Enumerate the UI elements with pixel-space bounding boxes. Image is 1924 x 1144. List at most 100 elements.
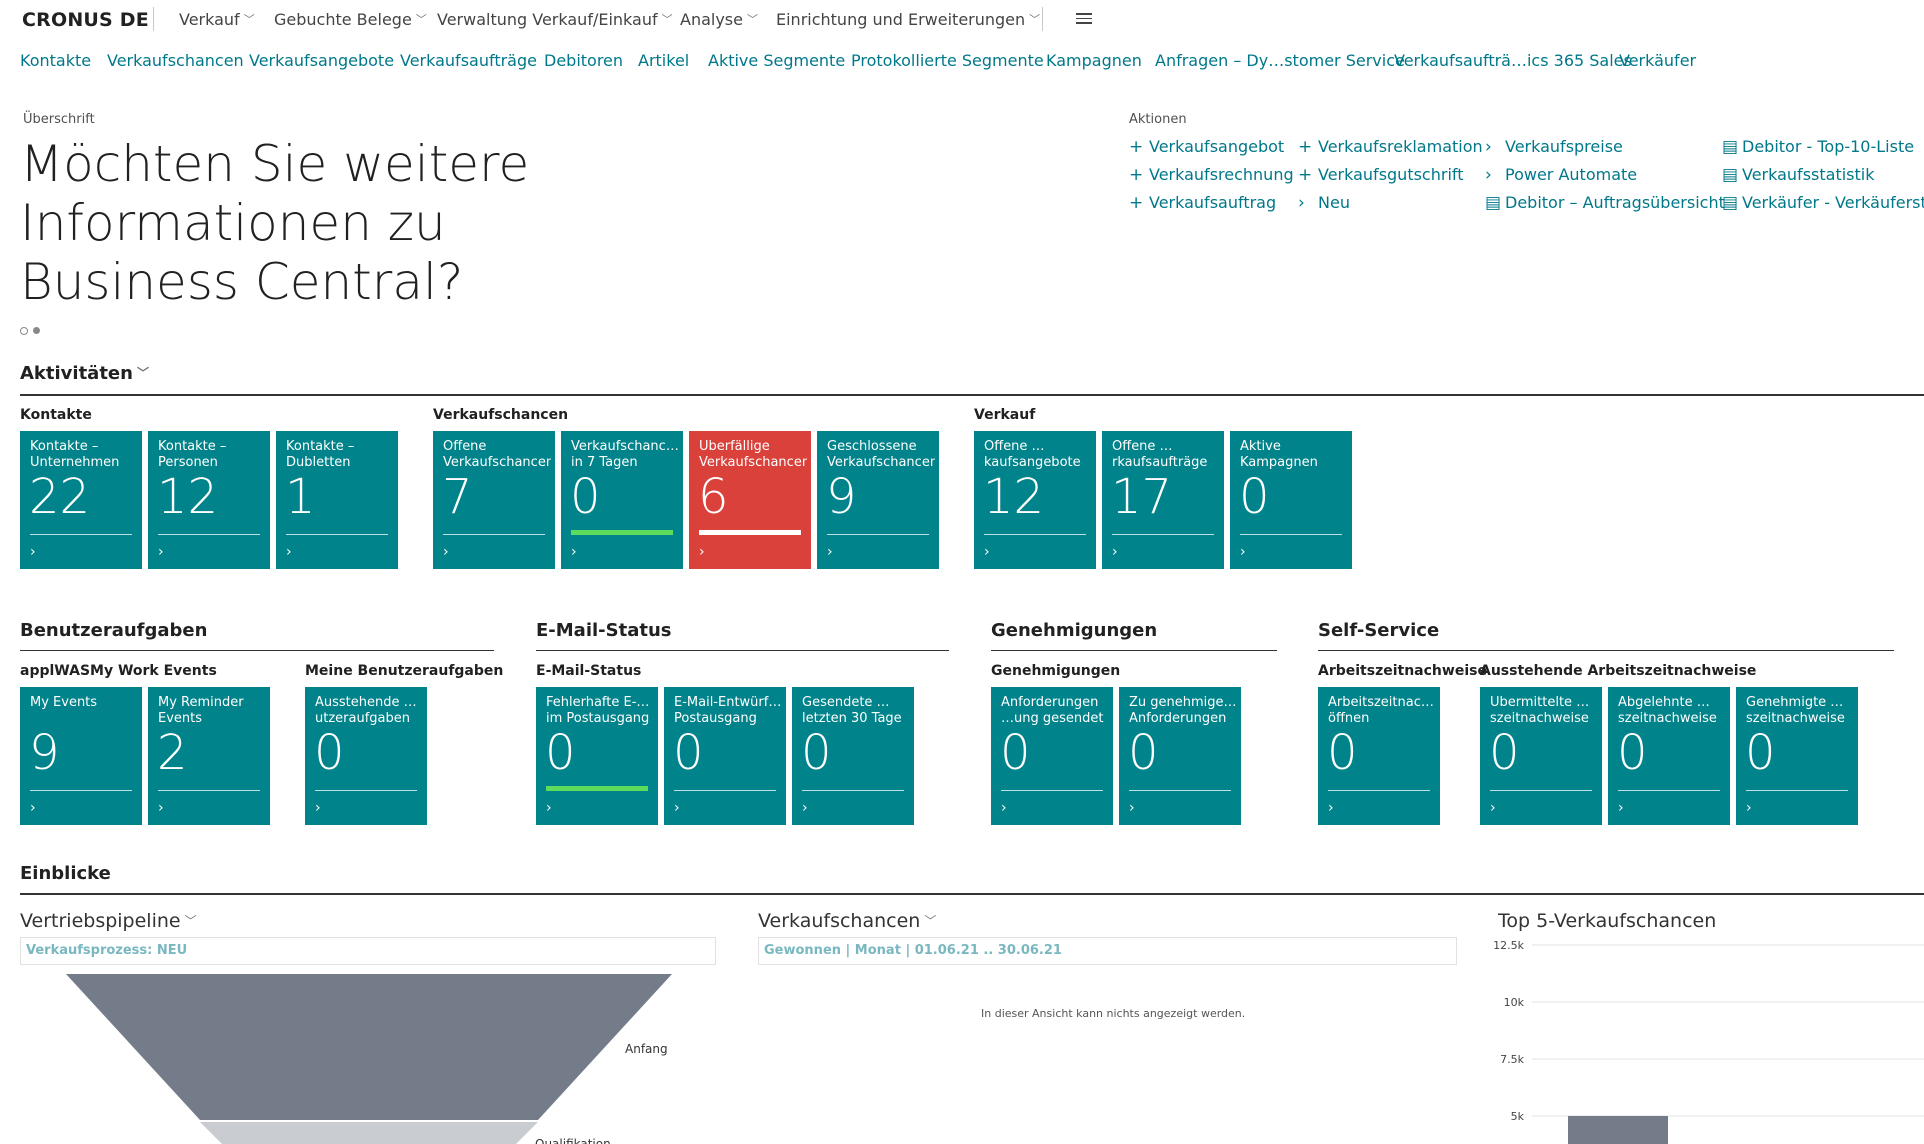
chevron-right-icon: › (1490, 800, 1496, 816)
chart-bar[interactable] (1568, 1116, 1668, 1144)
menu-analyse[interactable]: Analyse ﹀ (680, 10, 758, 29)
action-verkaufsauftrag[interactable]: + Verkaufsauftrag (1129, 193, 1276, 213)
tile-kontakte-personen[interactable]: Kontakte – Personen 12 › (148, 431, 270, 569)
carousel-dot-active[interactable] (33, 327, 40, 334)
company-name[interactable]: CRONUS DE (22, 9, 149, 31)
chevron-right-icon: › (315, 800, 321, 816)
action-verkaufsstatistik[interactable]: ▤ Verkaufsstatistik (1722, 165, 1874, 185)
navlink-verkaufsangebote[interactable]: Verkaufsangebote (249, 51, 394, 70)
tile-my-reminder-events[interactable]: My Reminder Events 2 › (148, 687, 270, 825)
report-icon: ▤ (1485, 193, 1502, 213)
tile-offene-verkaufsauftraege[interactable]: Offene …rkaufsaufträge 17 › (1102, 431, 1224, 569)
tile-value: 0 (570, 469, 601, 525)
menu-verkauf[interactable]: Verkauf ﹀ (179, 10, 255, 29)
section-genehmigungen: Genehmigungen (991, 620, 1158, 641)
navlink-anfragen[interactable]: Anfragen – Dy…stomer Service (1155, 51, 1405, 70)
funnel-stage-anfang[interactable] (66, 974, 672, 1120)
action-neu[interactable]: › Neu (1298, 193, 1350, 213)
filter-text: Gewonnen | Monat | 01.06.21 .. 30.06.21 (764, 943, 1062, 958)
section-benutzeraufgaben: Benutzeraufgaben (20, 620, 208, 641)
action-debitor-top10[interactable]: ▤ Debitor - Top-10-Liste (1722, 137, 1914, 157)
navlink-artikel[interactable]: Artikel (638, 51, 689, 70)
action-verkaufsreklamation[interactable]: + Verkaufsreklamation (1298, 137, 1483, 157)
group-title-arbeitszeitnachweise: Arbeitszeitnachweise (1318, 663, 1487, 679)
tile-ueberfaellige-verkaufschancen[interactable]: Überfällige Verkaufschancen 6 › (689, 431, 811, 569)
tile-label: Kontakte – Unternehmen (30, 439, 120, 470)
tile-value: 6 (698, 469, 729, 525)
tile-my-events[interactable]: My Events 9 › (20, 687, 142, 825)
tile-label: Abgelehnte …szeitnachweise (1618, 695, 1717, 726)
tile-offene-verkaufschancen[interactable]: Offene Verkaufschancen 7 › (433, 431, 555, 569)
navlink-kontakte[interactable]: Kontakte (20, 51, 91, 70)
part-verkaufschancen[interactable]: Verkaufschancen ﹀ (758, 910, 936, 932)
menu-label: Gebuchte Belege (274, 10, 412, 29)
tile-ausstehende-benutzeraufgaben[interactable]: Ausstehende …utzeraufgaben 0 › (305, 687, 427, 825)
tile-abgelehnte-arbeitszeitnachweise[interactable]: Abgelehnte …szeitnachweise 0 › (1608, 687, 1730, 825)
action-verkaufspreise[interactable]: › Verkaufspreise (1485, 137, 1623, 157)
tile-divider (1490, 790, 1592, 791)
navlink-verkaufsauftraege[interactable]: Verkaufsaufträge (400, 51, 537, 70)
chevron-right-icon: › (802, 800, 808, 816)
hamburger-icon[interactable] (1076, 13, 1092, 25)
action-debitor-auftragsuebersicht[interactable]: ▤ Debitor – Auftragsübersicht (1485, 193, 1725, 213)
navlink-verkaufsauftraege-sales[interactable]: Verkaufsaufträ…ics 365 Sales (1394, 51, 1632, 70)
action-label: Debitor – Auftragsübersicht (1505, 193, 1725, 212)
tile-uebermittelte-arbeitszeitnachweise[interactable]: Übermittelte …szeitnachweise 0 › (1480, 687, 1602, 825)
action-label: Verkaufsrechnung (1149, 165, 1294, 184)
tile-kontakte-unternehmen[interactable]: Kontakte – Unternehmen 22 › (20, 431, 142, 569)
navlink-aktive-segmente[interactable]: Aktive Segmente (708, 51, 845, 70)
carousel-dot[interactable] (20, 327, 28, 335)
action-verkaeufer-statistik[interactable]: ▤Verkäufer - Verkäuferstatis (1722, 193, 1924, 213)
menu-verwaltung[interactable]: Verwaltung Verkauf/Einkauf ﹀ (437, 10, 673, 29)
tile-fehlerhafte-emails[interactable]: Fehlerhafte E-… im Postausgang 0 › (536, 687, 658, 825)
tile-divider (30, 790, 132, 791)
section-email-status: E-Mail-Status (536, 620, 672, 641)
tile-anforderungen-gesendet[interactable]: Anforderungen …ung gesendet 0 › (991, 687, 1113, 825)
tile-divider (286, 534, 388, 535)
action-label: Verkäufer - Verkäuferstatis (1742, 193, 1924, 212)
report-icon: ▤ (1722, 193, 1739, 213)
menu-einrichtung[interactable]: Einrichtung und Erweiterungen ﹀ (776, 10, 1040, 29)
tile-offene-verkaufsangebote[interactable]: Offene …kaufsangebote 12 › (974, 431, 1096, 569)
tile-label: E-Mail-Entwürf… Postausgang (674, 695, 782, 726)
section-divider (1318, 650, 1894, 651)
funnel-stage-qualifikation[interactable] (200, 1122, 538, 1144)
tile-divider (984, 534, 1086, 535)
tile-arbeitszeitnachweise-oeffnen[interactable]: Arbeitszeitnac… öffnen 0 › (1318, 687, 1440, 825)
section-divider (536, 650, 949, 651)
navlink-kampagnen[interactable]: Kampagnen (1046, 51, 1142, 70)
menu-label: Analyse (680, 10, 743, 29)
chevron-right-icon: › (158, 544, 164, 560)
tile-divider (802, 790, 904, 791)
tile-divider (1240, 534, 1342, 535)
action-verkaufsgutschrift[interactable]: + Verkaufsgutschrift (1298, 165, 1464, 185)
tile-email-entwuerfe[interactable]: E-Mail-Entwürf… Postausgang 0 › (664, 687, 786, 825)
action-verkaufsangebot[interactable]: + Verkaufsangebot (1129, 137, 1284, 157)
tile-label: Kontakte – Dubletten (286, 439, 355, 470)
tile-divider (1328, 790, 1430, 791)
navlink-debitoren[interactable]: Debitoren (544, 51, 623, 70)
chevron-down-icon: ﹀ (746, 13, 758, 26)
opportunities-filter[interactable]: Gewonnen | Monat | 01.06.21 .. 30.06.21 (758, 937, 1457, 965)
tile-gesendete-emails[interactable]: Gesendete …letzten 30 Tage 0 › (792, 687, 914, 825)
navlink-verkaufschancen[interactable]: Verkaufschancen (107, 51, 244, 70)
divider (153, 7, 154, 31)
section-activities[interactable]: Aktivitäten ﹀ (20, 363, 149, 384)
chevron-right-icon: › (1001, 800, 1007, 816)
action-power-automate[interactable]: › Power Automate (1485, 165, 1637, 185)
navlink-protokollierte-segmente[interactable]: Protokollierte Segmente (851, 51, 1044, 70)
tile-kontakte-dubletten[interactable]: Kontakte – Dubletten 1 › (276, 431, 398, 569)
tile-zu-genehmigende-anforderungen[interactable]: Zu genehmige… Anforderungen 0 › (1119, 687, 1241, 825)
tile-genehmigte-arbeitszeitnachweise[interactable]: Genehmigte …szeitnachweise 0 › (1736, 687, 1858, 825)
tile-divider (158, 790, 260, 791)
tile-geschlossene-verkaufschancen[interactable]: Geschlossene Verkaufschancen 9 › (817, 431, 939, 569)
pipeline-filter[interactable]: Verkaufsprozess: NEU (20, 937, 716, 965)
menu-gebuchte-belege[interactable]: Gebuchte Belege ﹀ (274, 10, 427, 29)
section-divider (20, 893, 1924, 895)
part-vertriebspipeline[interactable]: Vertriebspipeline ﹀ (20, 910, 197, 932)
tile-aktive-kampagnen[interactable]: Aktive Kampagnen 0 › (1230, 431, 1352, 569)
tile-divider (674, 790, 776, 791)
navlink-verkaeufer[interactable]: Verkäufer (1619, 51, 1696, 70)
action-verkaufsrechnung[interactable]: + Verkaufsrechnung (1129, 165, 1294, 185)
tile-verkaufschancen-7-tage[interactable]: Verkaufschanc… in 7 Tagen 0 › (561, 431, 683, 569)
